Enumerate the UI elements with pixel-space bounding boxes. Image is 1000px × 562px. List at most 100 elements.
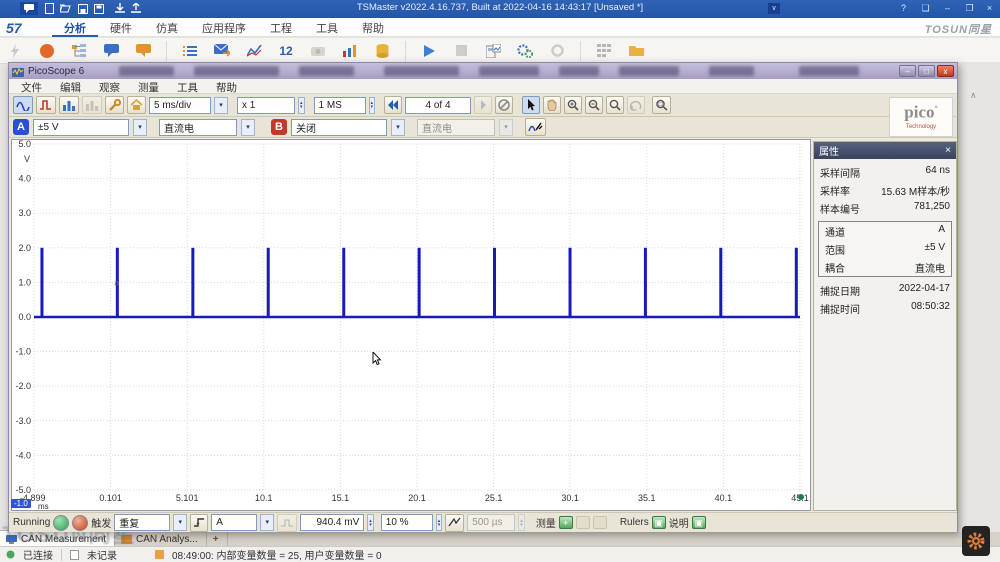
channel-b-state-dropdown-icon[interactable]: ▾ [391, 119, 405, 136]
restore-button[interactable]: ❐ [961, 2, 978, 15]
buffer-position-field[interactable]: 4 of 4 [405, 97, 471, 114]
pico-maximize-button[interactable]: □ [918, 65, 935, 77]
pretrigger-field[interactable]: 10 % [381, 514, 433, 531]
menu-help[interactable]: 帮助 [350, 18, 396, 37]
channel-a-range-select[interactable]: ±5 V [33, 119, 129, 136]
pico-close-button[interactable]: x [937, 65, 954, 77]
probe-icon[interactable] [525, 118, 546, 136]
svg-text:2.0: 2.0 [18, 243, 31, 253]
add-tab-button[interactable]: + [207, 531, 228, 547]
ribbon-toggle-button[interactable]: ❏ [917, 2, 934, 15]
notes-button[interactable]: ▣ [692, 516, 706, 529]
message-blue-icon[interactable] [102, 42, 120, 60]
recorder-gear-widget[interactable] [962, 526, 990, 556]
menu-analysis[interactable]: 分析 [52, 18, 98, 37]
close-button[interactable]: × [981, 2, 998, 15]
add-measurement-button[interactable]: + [559, 516, 573, 529]
blurred-text [479, 66, 539, 76]
pretrigger-spinner[interactable]: ▴▾ [436, 514, 443, 531]
timebase-select[interactable]: 5 ms/div [149, 97, 211, 114]
minimize-button[interactable]: – [939, 2, 956, 15]
trigger-source-dropdown-icon[interactable]: ▾ [260, 514, 274, 531]
grid-panel-icon[interactable] [595, 42, 613, 60]
ribbon-separator [166, 41, 167, 61]
spectrum-view-icon[interactable] [59, 96, 79, 114]
pointer-tool-icon[interactable] [522, 96, 540, 114]
record-icon[interactable] [38, 42, 56, 60]
refresh-icon[interactable] [548, 42, 566, 60]
channel-b-badge[interactable]: B [271, 119, 287, 135]
persistence-view-icon[interactable] [36, 96, 56, 114]
pico-menu-help[interactable]: 帮助 [208, 79, 245, 93]
pico-menu-file[interactable]: 文件 [13, 79, 50, 93]
start-button[interactable] [53, 515, 69, 531]
blurred-text [384, 66, 459, 76]
collapse-chevron-icon[interactable]: ∧ [970, 90, 977, 101]
bar-chart-icon[interactable] [341, 42, 359, 60]
trigger-mode-select[interactable]: 重复 [114, 514, 170, 531]
pico-menu-tools[interactable]: 工具 [169, 79, 206, 93]
picoscope-titlebar[interactable]: PicoScope 6 – □ x [9, 63, 957, 79]
auto-trigger-icon[interactable] [445, 514, 464, 532]
line-chart-icon[interactable] [245, 42, 263, 60]
scope-view-icon[interactable] [13, 96, 33, 114]
flash-icon[interactable] [6, 42, 24, 60]
trigger-level-field[interactable]: 940.4 mV [300, 514, 364, 531]
channel-b-coupling-dropdown-icon: ▾ [499, 119, 513, 136]
menu-tools[interactable]: 工具 [304, 18, 350, 37]
hand-tool-icon[interactable] [543, 96, 561, 114]
menu-hardware[interactable]: 硬件 [98, 18, 144, 37]
setup-wrench-icon[interactable] [105, 96, 124, 114]
sample-count-spinner[interactable]: ▴▾ [369, 97, 376, 114]
buffer-previous-icon[interactable] [384, 96, 402, 114]
channel-a-badge[interactable]: A [13, 119, 29, 135]
zoom-out-icon[interactable] [585, 96, 603, 114]
settings-gears-icon[interactable] [516, 42, 534, 60]
stop-icon[interactable] [452, 42, 470, 60]
waveform-chart[interactable]: 5.04.03.02.01.00.0-1.0-2.0-3.0-4.0-5.0V-… [11, 139, 811, 511]
message-orange-icon[interactable] [134, 42, 152, 60]
channel-a-range-dropdown-icon[interactable]: ▾ [133, 119, 147, 136]
channel-b-state-select[interactable]: 关闭 [291, 119, 387, 136]
folder-icon[interactable] [627, 42, 645, 60]
home-icon[interactable] [127, 96, 146, 114]
trigger-mode-dropdown-icon[interactable]: ▾ [173, 514, 187, 531]
database-icon[interactable] [373, 42, 391, 60]
trigger-edge-icon[interactable] [190, 514, 208, 532]
camera-icon[interactable] [309, 42, 327, 60]
sample-count-field[interactable]: 1 MS [314, 97, 366, 114]
stop-button[interactable] [72, 515, 88, 531]
menu-simulation[interactable]: 仿真 [144, 18, 190, 37]
calc-12-icon[interactable]: 12 [277, 42, 295, 60]
trigger-level-spinner[interactable]: ▴▾ [367, 514, 374, 531]
trigger-source-value: A [216, 517, 223, 528]
zoom-in-icon[interactable] [564, 96, 582, 114]
mail-send-icon[interactable] [213, 42, 231, 60]
zoom-factor-spinner[interactable]: ▴▾ [298, 97, 305, 114]
channel-a-coupling-dropdown-icon[interactable]: ▾ [241, 119, 255, 136]
menu-application[interactable]: 应用程序 [190, 18, 258, 37]
timebase-dropdown-icon[interactable]: ▾ [214, 97, 228, 114]
zoom-full-icon[interactable] [652, 96, 671, 114]
property-label: 耦合 [825, 260, 845, 275]
pico-menu-view[interactable]: 观察 [91, 79, 128, 93]
titlebar-dropdown-icon[interactable]: ∨ [768, 3, 780, 14]
hierarchy-icon[interactable] [70, 42, 88, 60]
device-panel-icon[interactable] [484, 42, 502, 60]
no-entry-icon[interactable] [495, 96, 513, 114]
channel-a-coupling-select[interactable]: 直流电 [159, 119, 237, 136]
play-icon[interactable] [420, 42, 438, 60]
menu-project[interactable]: 工程 [258, 18, 304, 37]
rulers-button[interactable]: ▣ [652, 516, 666, 529]
property-row: 捕捉时间08:50:32 [814, 299, 956, 317]
sample-count-value: 1 MS [319, 100, 342, 111]
zoom-window-icon[interactable] [606, 96, 624, 114]
pico-menu-edit[interactable]: 编辑 [52, 79, 89, 93]
trigger-source-select[interactable]: A [211, 514, 257, 531]
help-button[interactable]: ? [895, 2, 912, 15]
pico-menu-measure[interactable]: 测量 [130, 79, 167, 93]
list-icon[interactable] [181, 42, 199, 60]
zoom-factor-field[interactable]: x 1 [237, 97, 295, 114]
properties-close-icon[interactable]: × [945, 145, 951, 156]
pico-minimize-button[interactable]: – [899, 65, 916, 77]
